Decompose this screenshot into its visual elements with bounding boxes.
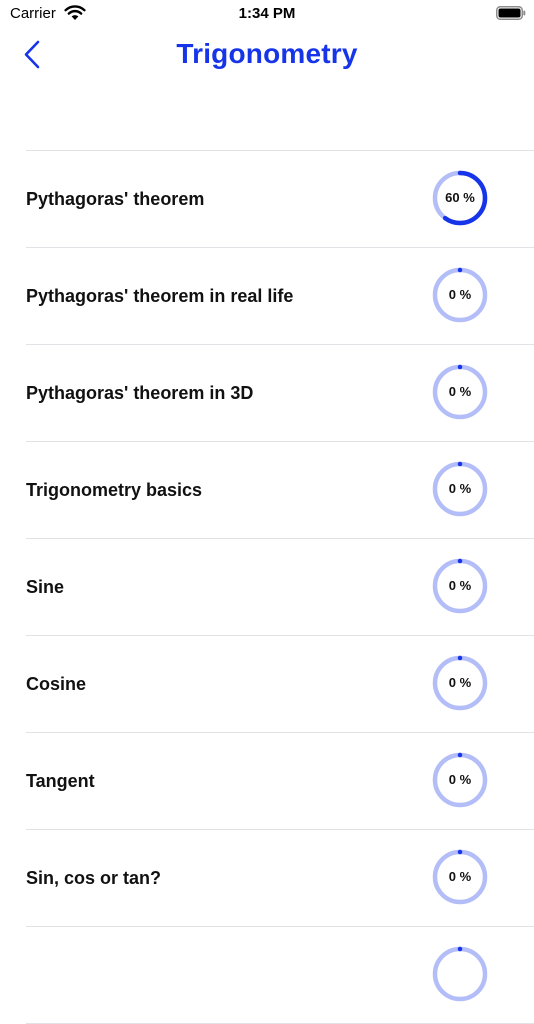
status-time: 1:34 PM xyxy=(238,5,296,22)
battery-icon xyxy=(496,6,526,20)
progress-percentage: 0 % xyxy=(448,578,472,593)
topic-row[interactable]: Cosine 0 % xyxy=(26,636,534,733)
topic-row[interactable]: Sin, cos or tan? 0 % xyxy=(26,830,534,927)
page-title: Trigonometry xyxy=(176,38,358,69)
topic-row[interactable]: Pythagoras' theorem in real life 0 % xyxy=(26,248,534,345)
progress-percentage: 0 % xyxy=(448,869,472,884)
topic-list: Pythagoras' theorem 60 % Pythagoras' theor… xyxy=(26,150,534,1024)
topic-row[interactable]: Pythagoras' theorem 60 % xyxy=(26,151,534,248)
topic-row[interactable]: Pythagoras' theorem in 3D 0 % xyxy=(26,345,534,442)
topic-title: Pythagoras' theorem in 3D xyxy=(26,383,254,403)
status-bar: Carrier 1:34 PM xyxy=(0,0,534,28)
topic-title: Sine xyxy=(26,577,65,597)
progress-ring: 0 % xyxy=(432,558,488,614)
topic-row[interactable]: Sine 0 % xyxy=(26,539,534,636)
progress-ring: 0 % xyxy=(432,655,488,711)
progress-percentage: 60 % xyxy=(445,190,475,205)
progress-ring: 60 % xyxy=(432,170,488,226)
progress-ring: 0 % xyxy=(432,849,488,905)
topic-row[interactable]: Trigonometry basics 0 % xyxy=(26,442,534,539)
topic-title: Sin, cos or tan? xyxy=(26,868,162,888)
topic-row[interactable] xyxy=(26,927,534,1024)
progress-percentage: 0 % xyxy=(448,675,472,690)
topic-title: Tangent xyxy=(26,771,95,791)
topic-row[interactable]: Tangent 0 % xyxy=(26,733,534,830)
progress-percentage xyxy=(432,946,488,1002)
progress-ring: 0 % xyxy=(432,461,488,517)
progress-percentage: 0 % xyxy=(448,287,472,302)
navigation-bar: Trigonometry xyxy=(0,28,534,84)
topic-title: Pythagoras' theorem xyxy=(26,189,205,209)
progress-percentage: 0 % xyxy=(448,481,472,496)
progress-ring xyxy=(432,946,488,1002)
topic-title: Trigonometry basics xyxy=(26,480,203,500)
progress-percentage: 0 % xyxy=(448,772,472,787)
progress-ring: 0 % xyxy=(432,752,488,808)
progress-ring: 0 % xyxy=(432,267,488,323)
progress-percentage: 0 % xyxy=(448,384,472,399)
topic-title: Pythagoras' theorem in real life xyxy=(26,286,294,306)
progress-ring: 0 % xyxy=(432,364,488,420)
topic-title: Cosine xyxy=(26,674,87,694)
